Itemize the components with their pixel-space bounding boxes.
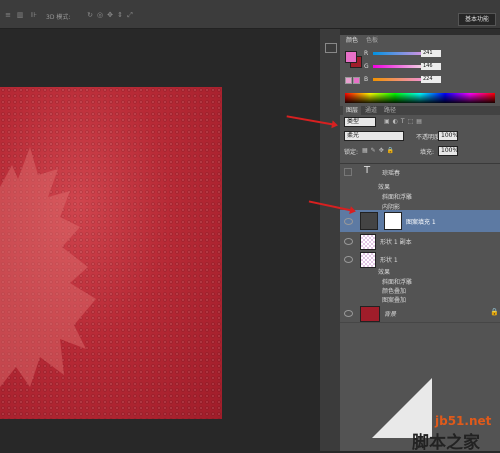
layer-mask-thumb (384, 212, 402, 230)
tab-paths[interactable]: 路径 (381, 106, 399, 115)
g-label: G (364, 63, 369, 70)
layers-tab-bar: 图层 通道 路径 (340, 106, 500, 115)
fill-layer-thumb (360, 212, 378, 230)
eye-icon[interactable] (344, 218, 353, 225)
effect-item[interactable]: 图案叠加 (382, 295, 406, 304)
rotate-3d-icon[interactable]: ↻ (86, 12, 94, 19)
b-value[interactable]: 224 (421, 76, 441, 83)
lock-icon: 🔒 (490, 308, 499, 316)
panel-toggle-icon[interactable] (325, 43, 337, 53)
r-value[interactable]: 241 (421, 50, 441, 57)
fill-label: 填充: (420, 149, 435, 156)
shape-thumb (360, 252, 376, 268)
layer-row-background[interactable]: 背景 🔒 (340, 304, 500, 323)
text-layer-icon: T (364, 165, 371, 176)
layer-row-pattern-fill[interactable]: 图案填充 1 (340, 210, 500, 233)
lock-label: 锁定: (344, 149, 359, 156)
3d-mode-label: 3D 模式: (46, 14, 71, 21)
tab-layers[interactable]: 图层 (343, 106, 362, 115)
gamut-swatch-icon[interactable] (353, 77, 360, 84)
eye-icon[interactable] (344, 256, 353, 263)
layer-name[interactable]: 图案填充 1 (406, 217, 436, 226)
filter-kind-label: 类型 (347, 118, 360, 125)
eye-icon[interactable] (344, 310, 353, 317)
blend-mode-label: 柔光 (347, 132, 360, 139)
layer-row-text[interactable]: T 琼瑶春 效果 斜面和浮雕 内阴影 (340, 164, 500, 211)
blend-mode-select[interactable]: 柔光 (344, 131, 404, 141)
visibility-box[interactable] (344, 168, 352, 176)
scale-3d-icon[interactable]: ⤢ (126, 12, 134, 19)
panel-collapse-bar[interactable] (340, 29, 500, 35)
opacity-input[interactable]: 100% (438, 131, 458, 141)
fill-input[interactable]: 100% (438, 146, 458, 156)
lock-icons[interactable]: ▦✎✥🔒 (362, 147, 397, 154)
foreground-swatch-front (345, 51, 357, 63)
effects-label: 效果 (378, 184, 391, 191)
align-icon[interactable]: ≡ (4, 12, 12, 19)
layer-row-shape-copy[interactable]: 形状 1 副本 (340, 232, 500, 251)
tab-color[interactable]: 颜色 (343, 36, 362, 45)
layers-options: 类型 ▣◐T⬚▤ 柔光 不透明度: 100% 锁定: ▦✎✥🔒 填充: 100% (340, 115, 500, 164)
tab-swatches[interactable]: 色板 (363, 36, 381, 45)
distribute-icon[interactable]: ▥ (16, 12, 24, 19)
filter-kind-select[interactable]: 类型 (344, 117, 376, 127)
b-label: B (364, 76, 369, 83)
effect-item[interactable]: 斜面和浮雕 (382, 192, 412, 201)
shape-thumb (360, 234, 376, 250)
roll-3d-icon[interactable]: ◎ (96, 12, 104, 19)
watermark-url: jb51.net (435, 414, 492, 428)
layer-name[interactable]: 形状 1 (380, 255, 398, 264)
options-bar: ≡ ▥ ⊪ 3D 模式: ↻ ◎ ✥ ⇕ ⤢ 基本功能 (0, 0, 500, 29)
color-spectrum-bar[interactable] (345, 93, 495, 103)
document-canvas[interactable] (0, 87, 222, 419)
g-value[interactable]: 146 (421, 63, 441, 70)
pan-3d-icon[interactable]: ✥ (106, 12, 114, 19)
leaf-shape (0, 147, 96, 387)
layer-name[interactable]: 背景 (384, 309, 396, 318)
background-thumb (360, 306, 380, 322)
arrange-icon[interactable]: ⊪ (30, 12, 38, 19)
eye-icon[interactable] (344, 238, 353, 245)
slide-3d-icon[interactable]: ⇕ (116, 12, 124, 19)
effect-item[interactable]: 斜面和浮雕 (382, 277, 412, 286)
tab-channels[interactable]: 通道 (362, 106, 380, 115)
workspace-button[interactable]: 基本功能 (458, 13, 496, 26)
effects-label: 效果 (378, 269, 391, 276)
layer-name[interactable]: 琼瑶春 (382, 168, 400, 177)
layer-row-shape[interactable]: 形状 1 效果 斜面和浮雕 颜色叠加 图案叠加 (340, 250, 500, 305)
r-label: R (364, 50, 369, 57)
layer-name[interactable]: 形状 1 副本 (380, 237, 412, 246)
effect-item[interactable]: 颜色叠加 (382, 286, 406, 295)
filter-icons[interactable]: ▣◐T⬚▤ (384, 118, 425, 125)
web-safe-warning-icon[interactable] (345, 77, 352, 84)
watermark-text: 脚本之家 (412, 433, 480, 453)
panel-dock-strip (320, 29, 340, 451)
